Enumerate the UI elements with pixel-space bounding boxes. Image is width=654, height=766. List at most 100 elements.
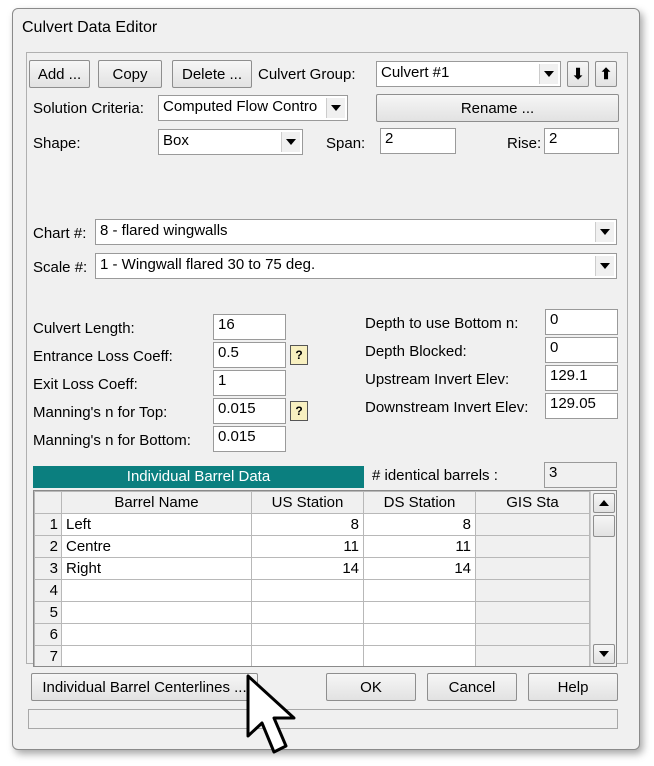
table-row[interactable]: 1 Left 8 8 xyxy=(34,513,590,536)
span-input[interactable]: 2 xyxy=(380,128,456,154)
cancel-button[interactable]: Cancel xyxy=(427,673,517,701)
mouse-cursor-icon xyxy=(246,674,296,754)
us-station-cell[interactable]: 14 xyxy=(251,557,364,580)
row-number-header xyxy=(34,491,62,514)
scale-select[interactable]: 1 - Wingwall flared 30 to 75 deg. xyxy=(95,253,617,279)
ds-station-cell[interactable] xyxy=(363,579,476,602)
entrance-loss-input[interactable]: 0.5 xyxy=(213,342,286,368)
barrel-table-container: Barrel Name US Station DS Station GIS St… xyxy=(33,490,617,667)
barrel-name-cell[interactable]: Centre xyxy=(61,535,252,558)
barrel-name-cell[interactable] xyxy=(61,601,252,624)
copy-button[interactable]: Copy xyxy=(98,60,162,88)
ds-station-cell[interactable] xyxy=(363,601,476,624)
mannings-bottom-input[interactable]: 0.015 xyxy=(213,426,286,452)
downstream-invert-input[interactable]: 129.05 xyxy=(545,393,618,419)
mannings-top-label: Manning's n for Top: xyxy=(33,404,168,421)
move-down-button[interactable]: ⬇ xyxy=(567,61,589,87)
barrel-name-cell[interactable] xyxy=(61,623,252,646)
depth-blocked-input[interactable]: 0 xyxy=(545,337,618,363)
row-number: 1 xyxy=(34,513,62,536)
add-button[interactable]: Add ... xyxy=(29,60,90,88)
ds-station-cell[interactable]: 8 xyxy=(363,513,476,536)
individual-barrel-data-header: Individual Barrel Data xyxy=(33,466,364,488)
us-station-cell[interactable] xyxy=(251,601,364,624)
table-scrollbar[interactable] xyxy=(590,491,616,666)
barrel-name-cell[interactable]: Left xyxy=(61,513,252,536)
chevron-down-icon xyxy=(595,256,614,276)
scale-label: Scale #: xyxy=(33,259,88,276)
gis-station-header: GIS Sta xyxy=(475,491,590,514)
table-row[interactable]: 3 Right 14 14 xyxy=(34,557,590,580)
rise-label: Rise: xyxy=(507,135,542,152)
solution-criteria-value: Computed Flow Contro xyxy=(163,98,318,115)
barrel-name-cell[interactable] xyxy=(61,645,252,666)
entrance-loss-help-icon[interactable]: ? xyxy=(290,345,308,365)
ok-button[interactable]: OK xyxy=(326,673,416,701)
culvert-group-select[interactable]: Culvert #1 xyxy=(376,61,561,87)
row-number: 6 xyxy=(34,623,62,646)
barrel-centerlines-button[interactable]: Individual Barrel Centerlines ... xyxy=(31,673,258,701)
table-header-row: Barrel Name US Station DS Station GIS St… xyxy=(34,491,590,514)
barrel-table: Barrel Name US Station DS Station GIS St… xyxy=(34,491,590,666)
row-number: 2 xyxy=(34,535,62,558)
culvert-length-input[interactable]: 16 xyxy=(213,314,286,340)
table-row[interactable]: 6 xyxy=(34,623,590,646)
chart-value: 8 - flared wingwalls xyxy=(100,222,228,239)
mannings-bottom-label: Manning's n for Bottom: xyxy=(33,432,191,449)
table-row[interactable]: 4 xyxy=(34,579,590,602)
gis-station-cell xyxy=(475,645,590,666)
culvert-group-label: Culvert Group: xyxy=(258,66,356,83)
gis-station-cell xyxy=(475,513,590,536)
ds-station-cell[interactable] xyxy=(363,623,476,646)
chart-select[interactable]: 8 - flared wingwalls xyxy=(95,219,617,245)
row-number: 7 xyxy=(34,645,62,666)
depth-bottom-n-input[interactable]: 0 xyxy=(545,309,618,335)
mannings-top-input[interactable]: 0.015 xyxy=(213,398,286,424)
move-up-button[interactable]: ⬆ xyxy=(595,61,617,87)
table-row[interactable]: 2 Centre 11 11 xyxy=(34,535,590,558)
chart-label: Chart #: xyxy=(33,225,87,242)
scale-value: 1 - Wingwall flared 30 to 75 deg. xyxy=(100,256,316,273)
gis-station-cell xyxy=(475,557,590,580)
rise-input[interactable]: 2 xyxy=(544,128,619,154)
depth-blocked-label: Depth Blocked: xyxy=(365,343,467,360)
row-number: 4 xyxy=(34,579,62,602)
ds-station-cell[interactable]: 14 xyxy=(363,557,476,580)
ds-station-cell[interactable]: 11 xyxy=(363,535,476,558)
rename-button[interactable]: Rename ... xyxy=(376,94,619,122)
table-row[interactable]: 7 xyxy=(34,645,590,666)
shape-value: Box xyxy=(163,132,189,149)
help-button[interactable]: Help xyxy=(528,673,618,701)
scroll-up-button[interactable] xyxy=(593,493,615,513)
us-station-cell[interactable] xyxy=(251,579,364,602)
upstream-invert-input[interactable]: 129.1 xyxy=(545,365,618,391)
ds-station-cell[interactable] xyxy=(363,645,476,666)
scroll-down-icon xyxy=(599,651,609,657)
us-station-header: US Station xyxy=(251,491,364,514)
us-station-cell[interactable] xyxy=(251,645,364,666)
row-number: 5 xyxy=(34,601,62,624)
entrance-loss-label: Entrance Loss Coeff: xyxy=(33,348,173,365)
down-arrow-icon: ⬇ xyxy=(571,66,585,83)
chevron-down-icon xyxy=(326,98,345,118)
gis-station-cell xyxy=(475,601,590,624)
barrel-name-cell[interactable] xyxy=(61,579,252,602)
mannings-top-help-icon[interactable]: ? xyxy=(290,401,308,421)
shape-select[interactable]: Box xyxy=(158,129,303,155)
us-station-cell[interactable]: 8 xyxy=(251,513,364,536)
exit-loss-input[interactable]: 1 xyxy=(213,370,286,396)
identical-barrels-value: 3 xyxy=(544,462,617,488)
table-row[interactable]: 5 xyxy=(34,601,590,624)
depth-bottom-n-label: Depth to use Bottom n: xyxy=(365,315,519,332)
identical-barrels-label: # identical barrels : xyxy=(372,467,498,484)
scroll-thumb[interactable] xyxy=(593,515,615,537)
delete-button[interactable]: Delete ... xyxy=(172,60,252,88)
us-station-cell[interactable] xyxy=(251,623,364,646)
solution-criteria-select[interactable]: Computed Flow Contro xyxy=(158,95,348,121)
up-arrow-icon: ⬆ xyxy=(599,66,613,83)
gis-station-cell xyxy=(475,579,590,602)
scroll-down-button[interactable] xyxy=(593,644,615,664)
barrel-name-cell[interactable]: Right xyxy=(61,557,252,580)
us-station-cell[interactable]: 11 xyxy=(251,535,364,558)
scroll-up-icon xyxy=(599,500,609,506)
